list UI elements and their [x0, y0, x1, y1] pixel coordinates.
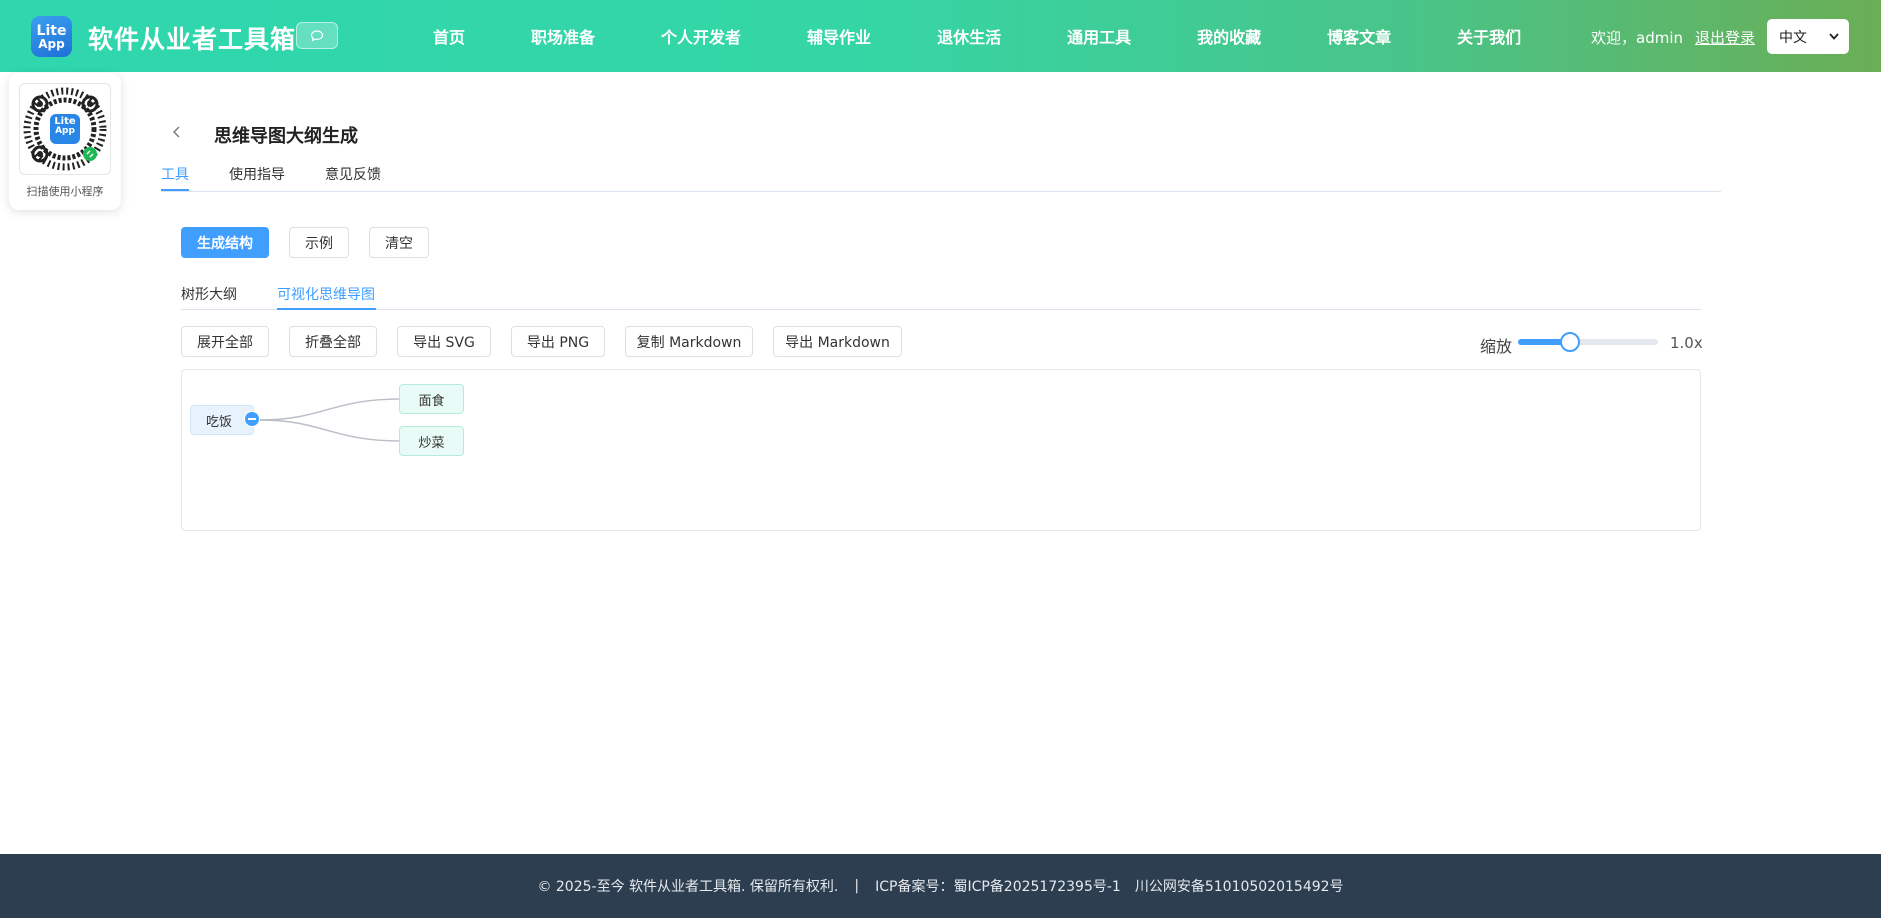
- app-logo[interactable]: Lite App: [31, 16, 72, 57]
- icp-link[interactable]: ICP备案号：蜀ICP备2025172395号-1: [875, 876, 1121, 896]
- main-nav: 首页 职场准备 个人开发者 辅导作业 退休生活 通用工具 我的收藏 博客文章 关…: [400, 0, 1554, 72]
- zoom-label: 缩放: [1480, 337, 1513, 356]
- export-png-button[interactable]: 导出 PNG: [511, 326, 605, 357]
- tab-visual-mindmap[interactable]: 可视化思维导图: [277, 284, 375, 304]
- chat-button[interactable]: [296, 22, 338, 49]
- qr-center-logo: Lite App: [54, 116, 76, 136]
- nav-item-blog[interactable]: 博客文章: [1327, 24, 1391, 48]
- example-button[interactable]: 示例: [289, 227, 349, 258]
- collapse-all-button[interactable]: 折叠全部: [289, 326, 377, 357]
- qr-code: Lite App: [19, 83, 111, 175]
- nav-item-home[interactable]: 首页: [433, 24, 465, 48]
- tab-guide[interactable]: 使用指导: [229, 164, 285, 184]
- nav-item-retirement[interactable]: 退休生活: [937, 24, 1001, 48]
- qr-caption: 扫描使用小程序: [26, 185, 104, 198]
- tab-tree-outline[interactable]: 树形大纲: [181, 284, 237, 304]
- zoom-slider[interactable]: [1518, 332, 1658, 352]
- mindmap-child-node[interactable]: 炒菜: [399, 426, 464, 456]
- connector-line: [259, 419, 402, 442]
- site-title[interactable]: 软件从业者工具箱: [88, 20, 296, 56]
- export-svg-button[interactable]: 导出 SVG: [397, 326, 491, 357]
- expand-all-button[interactable]: 展开全部: [181, 326, 269, 357]
- active-tab-indicator: [161, 189, 189, 191]
- collapse-node-icon[interactable]: [244, 411, 260, 427]
- chat-bubble-icon: [310, 29, 324, 42]
- page-title: 思维导图大纲生成: [214, 126, 358, 147]
- top-header: Lite App 软件从业者工具箱 首页 职场准备 个人开发者 辅导作业 退休生…: [0, 0, 1881, 72]
- active-view-indicator: [277, 308, 376, 310]
- nav-item-career[interactable]: 职场准备: [531, 24, 595, 48]
- page-tabs: 工具 使用指导 意见反馈: [161, 160, 1721, 192]
- nav-item-homework[interactable]: 辅导作业: [807, 24, 871, 48]
- welcome-text: 欢迎，admin: [1591, 29, 1683, 47]
- copyright-text: © 2025-至今 软件从业者工具箱. 保留所有权利.: [537, 879, 839, 895]
- connector-line: [259, 398, 402, 421]
- tab-tool[interactable]: 工具: [161, 164, 189, 184]
- nav-item-indie-dev[interactable]: 个人开发者: [661, 24, 741, 48]
- mindmap-canvas[interactable]: 吃饭 面食 炒菜: [181, 369, 1701, 531]
- logout-link[interactable]: 退出登录: [1695, 27, 1755, 48]
- back-arrow-icon[interactable]: [171, 124, 183, 140]
- copy-markdown-button[interactable]: 复制 Markdown: [625, 326, 753, 357]
- mindmap-child-node[interactable]: 面食: [399, 384, 464, 414]
- mini-program-qr-card: Lite App 扫描使用小程序: [9, 73, 121, 210]
- generate-structure-button[interactable]: 生成结构: [181, 227, 269, 258]
- police-record-link[interactable]: 川公网安备51010502015492号: [1135, 876, 1344, 896]
- export-markdown-button[interactable]: 导出 Markdown: [773, 326, 902, 357]
- tab-feedback[interactable]: 意见反馈: [325, 164, 381, 184]
- view-tabs: 树形大纲 可视化思维导图: [181, 284, 1701, 310]
- nav-item-tools[interactable]: 通用工具: [1067, 24, 1131, 48]
- footer-separator: |: [854, 878, 860, 894]
- chevron-down-icon: [1829, 33, 1839, 40]
- nav-item-favorites[interactable]: 我的收藏: [1197, 24, 1261, 48]
- zoom-slider-handle[interactable]: [1560, 332, 1580, 352]
- zoom-value: 1.0x: [1670, 334, 1703, 352]
- language-value: 中文: [1779, 29, 1807, 46]
- nav-item-about[interactable]: 关于我们: [1457, 24, 1521, 48]
- site-footer: © 2025-至今 软件从业者工具箱. 保留所有权利. | ICP备案号：蜀IC…: [0, 854, 1881, 918]
- clear-button[interactable]: 清空: [369, 227, 429, 258]
- language-select[interactable]: 中文: [1767, 19, 1849, 54]
